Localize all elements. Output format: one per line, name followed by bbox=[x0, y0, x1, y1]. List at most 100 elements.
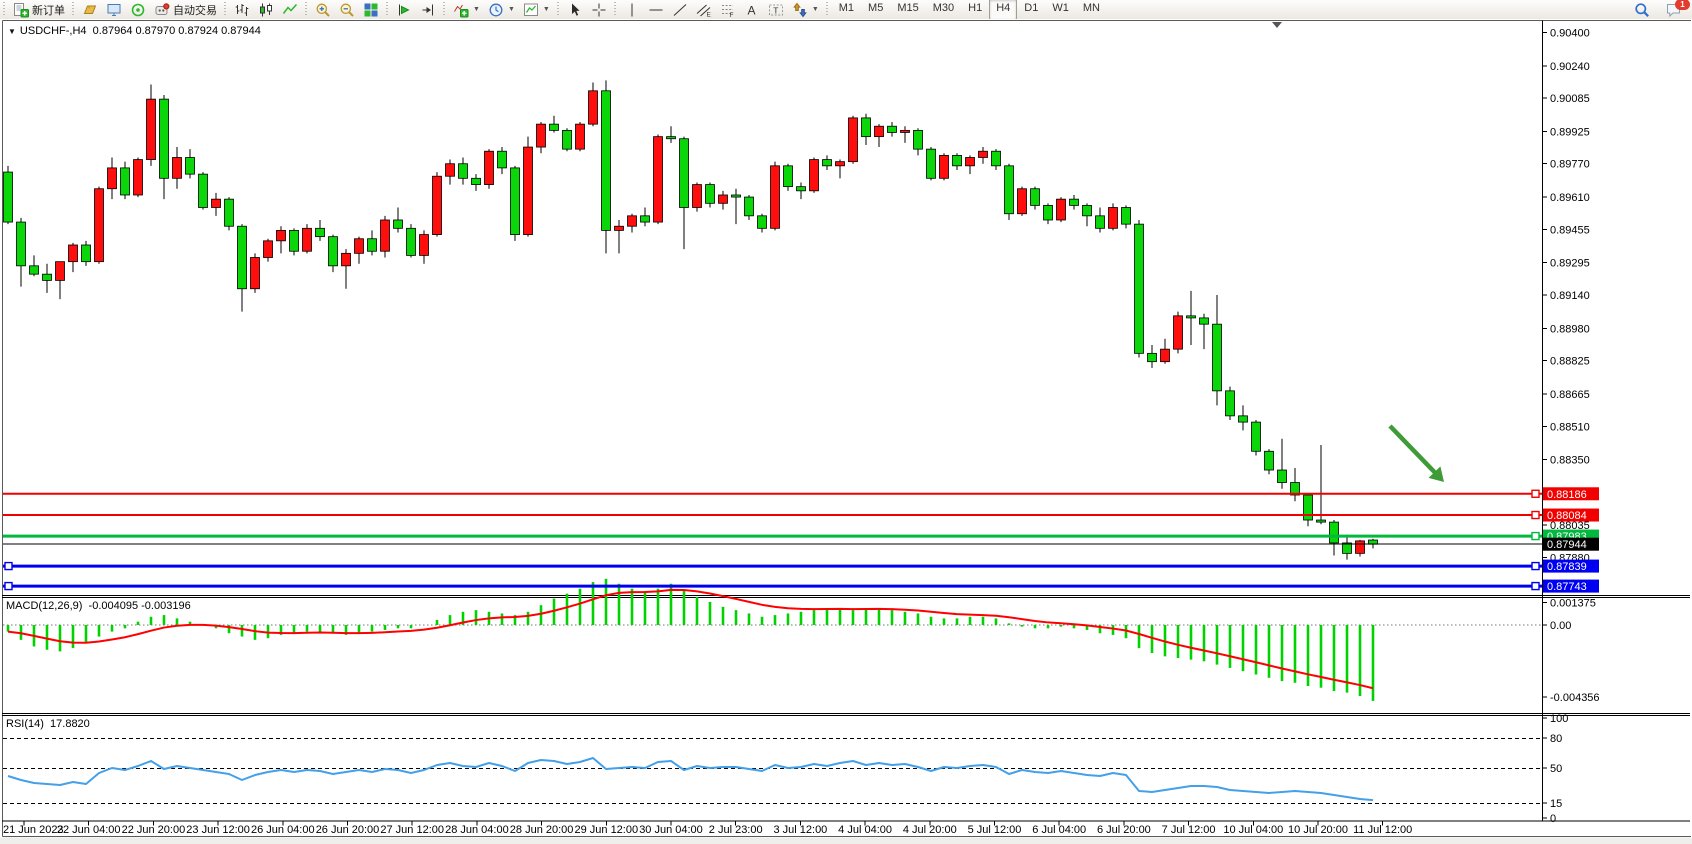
candle-body bbox=[43, 274, 52, 280]
candle-body bbox=[108, 168, 117, 189]
symbol-label[interactable]: ▼USDCHF-,H4 0.87964 0.87970 0.87924 0.87… bbox=[8, 25, 261, 37]
tile-windows-button[interactable] bbox=[359, 0, 383, 20]
line-handle[interactable] bbox=[1532, 490, 1539, 497]
time-axis-label: 26 Jun 20:00 bbox=[316, 824, 380, 836]
price-axis-label: 0.88980 bbox=[1550, 323, 1590, 335]
chart-background bbox=[0, 19, 1692, 844]
zoom-in-button[interactable] bbox=[311, 0, 335, 20]
candle-body bbox=[1239, 416, 1248, 422]
candle-body bbox=[472, 178, 481, 184]
price-axis-label: 0.89295 bbox=[1550, 258, 1590, 270]
candle-body bbox=[1356, 541, 1365, 554]
dropdown-caret-icon[interactable]: ▼ bbox=[508, 6, 515, 13]
equidistant-channel-button[interactable]: E bbox=[692, 0, 716, 20]
new-order-icon bbox=[13, 2, 29, 18]
candle-body bbox=[160, 99, 169, 178]
candle-body bbox=[1213, 324, 1222, 391]
candle-body bbox=[732, 195, 741, 197]
candle-body bbox=[199, 174, 208, 207]
line-handle[interactable] bbox=[1532, 583, 1539, 590]
rsi-axis-label: 50 bbox=[1550, 763, 1562, 775]
market-watch-button[interactable] bbox=[78, 0, 102, 20]
candle-body bbox=[1005, 166, 1014, 214]
candle-body bbox=[719, 195, 728, 203]
rsi-value: 17.8820 bbox=[50, 718, 90, 730]
time-axis-label: 30 Jun 04:00 bbox=[639, 824, 703, 836]
time-axis-label: 11 Jul 12:00 bbox=[1353, 824, 1412, 836]
candle-body bbox=[485, 151, 494, 184]
templates-button[interactable]: ▼ bbox=[519, 0, 554, 20]
dropdown-caret-icon[interactable]: ▼ bbox=[543, 6, 550, 13]
candle-body bbox=[173, 157, 182, 178]
text-label-button[interactable]: T bbox=[764, 0, 788, 20]
price-badge-label: 0.87743 bbox=[1547, 581, 1587, 593]
candle-body bbox=[1304, 495, 1313, 520]
candle-body bbox=[277, 230, 286, 240]
zoom-out-button[interactable] bbox=[335, 0, 359, 20]
notifications-button[interactable]: 1 bbox=[1662, 0, 1686, 20]
chart-shift-button[interactable] bbox=[416, 0, 440, 20]
search-button[interactable] bbox=[1630, 0, 1654, 20]
text-button[interactable]: A bbox=[740, 0, 764, 20]
timeframe-m5-button[interactable]: M5 bbox=[861, 0, 890, 20]
new-order-button[interactable]: 新订单 bbox=[9, 0, 69, 20]
fibonacci-button[interactable]: F bbox=[716, 0, 740, 20]
horizontal-line-button[interactable] bbox=[644, 0, 668, 20]
candle-body bbox=[498, 151, 507, 168]
candle-body bbox=[1265, 451, 1274, 470]
price-axis-label: 0.90240 bbox=[1550, 61, 1590, 73]
bar-chart-button[interactable] bbox=[230, 0, 254, 20]
crosshair-button[interactable] bbox=[587, 0, 611, 20]
candle-body bbox=[693, 185, 702, 208]
trendline-button[interactable] bbox=[668, 0, 692, 20]
rsi-name: RSI(14) bbox=[6, 718, 44, 730]
autotrading-button[interactable]: 自动交易 bbox=[150, 0, 221, 20]
signals-button[interactable] bbox=[126, 0, 150, 20]
line-handle[interactable] bbox=[1532, 533, 1539, 540]
template-icon bbox=[523, 2, 539, 18]
candle-body bbox=[264, 241, 273, 258]
candle-body bbox=[797, 187, 806, 191]
dropdown-caret-icon[interactable]: ▼ bbox=[812, 6, 819, 13]
data-window-button[interactable] bbox=[102, 0, 126, 20]
timeframe-d1-button[interactable]: D1 bbox=[1017, 0, 1045, 20]
vertical-line-button[interactable] bbox=[620, 0, 644, 20]
timeframe-w1-button[interactable]: W1 bbox=[1045, 0, 1076, 20]
line-chart-button[interactable] bbox=[278, 0, 302, 20]
timeframe-h1-button[interactable]: H1 bbox=[961, 0, 989, 20]
price-badge-label: 0.88084 bbox=[1547, 510, 1587, 522]
cursor-button[interactable] bbox=[563, 0, 587, 20]
chart-menu-icon[interactable]: ▼ bbox=[8, 27, 16, 36]
indicators-button[interactable]: ▼ bbox=[449, 0, 484, 20]
timeframe-m15-button[interactable]: M15 bbox=[890, 0, 925, 20]
timeframe-mn-button[interactable]: MN bbox=[1076, 0, 1107, 20]
candle-body bbox=[784, 166, 793, 187]
arrows-button[interactable]: ▼ bbox=[788, 0, 823, 20]
timeframe-m1-button[interactable]: M1 bbox=[832, 0, 861, 20]
macd-axis-label: 0.001375 bbox=[1550, 597, 1596, 609]
toolbar-grip bbox=[442, 2, 447, 17]
candle-body bbox=[927, 149, 936, 178]
price-badge-label: 0.87839 bbox=[1547, 561, 1587, 573]
timeframe-m30-button[interactable]: M30 bbox=[926, 0, 961, 20]
timeframe-h4-button[interactable]: H4 bbox=[989, 0, 1017, 20]
line-handle[interactable] bbox=[5, 563, 12, 570]
candle-body bbox=[1278, 470, 1287, 483]
label-icon: T bbox=[768, 2, 784, 18]
time-axis-label: 5 Jul 12:00 bbox=[968, 824, 1022, 836]
macd-axis-label: -0.004356 bbox=[1550, 692, 1600, 704]
line-handle[interactable] bbox=[1532, 512, 1539, 519]
time-axis-label: 22 Jun 04:00 bbox=[57, 824, 121, 836]
candle-body bbox=[225, 199, 234, 226]
candle-body bbox=[316, 228, 325, 236]
periods-button[interactable]: ▼ bbox=[484, 0, 519, 20]
time-axis-label: 29 Jun 12:00 bbox=[574, 824, 638, 836]
line-handle[interactable] bbox=[1532, 563, 1539, 570]
auto-scroll-button[interactable] bbox=[392, 0, 416, 20]
arrows-icon bbox=[792, 2, 808, 18]
line-handle[interactable] bbox=[5, 583, 12, 590]
candlestick-chart-button[interactable] bbox=[254, 0, 278, 20]
candle-body bbox=[524, 147, 533, 235]
dropdown-caret-icon[interactable]: ▼ bbox=[473, 6, 480, 13]
price-axis-label: 0.89610 bbox=[1550, 192, 1590, 204]
